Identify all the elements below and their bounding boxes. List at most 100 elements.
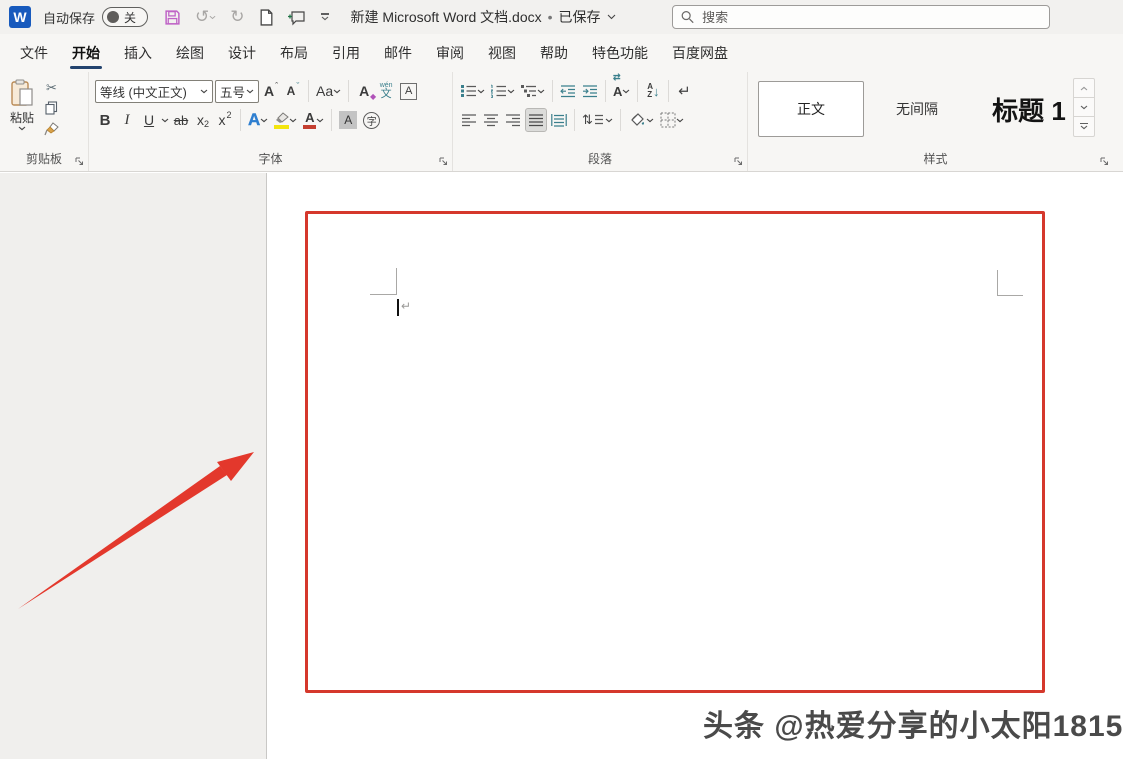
enclose-characters-button[interactable]: 字	[361, 108, 382, 132]
gallery-more-button[interactable]	[1074, 117, 1094, 136]
customize-qat-button[interactable]	[320, 13, 329, 21]
style-no-spacing[interactable]: 无间隔	[864, 81, 970, 137]
redo-button[interactable]: ↻	[230, 7, 244, 27]
watermark-text: 头条 @热爱分享的小太阳1815	[703, 710, 1123, 743]
margin-crop-mark-left-h	[370, 294, 397, 295]
gallery-scroll-up-button[interactable]	[1074, 79, 1094, 98]
font-dialog-launcher[interactable]	[439, 157, 448, 166]
align-right-icon	[506, 114, 520, 127]
tab-insert[interactable]: 插入	[112, 34, 164, 72]
enclose-characters-icon: 字	[363, 111, 381, 129]
italic-button[interactable]: I	[117, 108, 137, 132]
tab-references[interactable]: 引用	[320, 34, 372, 72]
chevron-down-icon	[246, 89, 254, 93]
caret-up-mark: ˆ	[275, 81, 279, 91]
font-size-combobox[interactable]: 五号	[215, 79, 259, 103]
autosave-label: 自动保存	[43, 10, 96, 26]
enclose-letter: 字	[366, 116, 377, 128]
underline-button[interactable]: U	[139, 108, 159, 132]
strikethrough-button[interactable]: ab	[171, 108, 191, 132]
distribute-text-button[interactable]	[549, 108, 569, 132]
numbering-button[interactable]	[489, 79, 517, 103]
eraser-mark: ◆	[369, 92, 377, 101]
style-normal[interactable]: 正文	[758, 81, 864, 137]
tab-special-features[interactable]: 特色功能	[580, 34, 660, 72]
font-name-combobox[interactable]: 等线 (中文正文)	[95, 79, 213, 103]
word-app-icon[interactable]: W	[9, 6, 31, 28]
chevron-down-icon	[537, 89, 545, 93]
text-effects-button[interactable]: A	[246, 108, 270, 132]
line-spacing-icon	[594, 114, 603, 125]
new-comment-button[interactable]	[287, 9, 307, 26]
superscript-base: x	[218, 112, 226, 128]
save-icon[interactable]	[164, 9, 181, 26]
document-title[interactable]: 新建 Microsoft Word 文档.docx • 已保存	[351, 7, 616, 27]
tab-view[interactable]: 视图	[476, 34, 528, 72]
chevron-down-icon	[209, 15, 216, 19]
show-hide-marks-button[interactable]: ↵	[674, 79, 694, 103]
search-box[interactable]	[672, 5, 1050, 29]
cut-button[interactable]: ✂	[46, 81, 57, 94]
decrease-indent-button[interactable]	[558, 79, 578, 103]
tab-layout[interactable]: 布局	[268, 34, 320, 72]
increase-indent-button[interactable]	[580, 79, 600, 103]
justify-button[interactable]	[525, 108, 547, 132]
align-left-button[interactable]	[459, 108, 479, 132]
font-color-icon: A	[303, 111, 317, 129]
clear-formatting-button[interactable]: A ◆	[354, 79, 377, 103]
document-area[interactable]: ↵ 头条 @热爱分享的小太阳1815	[0, 173, 1123, 759]
tab-help[interactable]: 帮助	[528, 34, 580, 72]
tab-review[interactable]: 审阅	[424, 34, 476, 72]
copy-button[interactable]	[45, 101, 58, 115]
tab-design[interactable]: 设计	[216, 34, 268, 72]
grow-font-button[interactable]: Aˆ	[261, 79, 281, 103]
search-icon	[681, 11, 694, 24]
clipboard-dialog-launcher[interactable]	[75, 157, 84, 166]
tab-file[interactable]: 文件	[8, 34, 60, 72]
font-color-button[interactable]: A	[301, 108, 326, 132]
character-border-button[interactable]: A	[398, 79, 419, 103]
align-right-button[interactable]	[503, 108, 523, 132]
phonetic-guide-button[interactable]: wén 文	[376, 79, 396, 103]
line-spacing-button[interactable]: ⇅	[580, 108, 615, 132]
tab-home[interactable]: 开始	[60, 34, 112, 72]
asian-layout-button[interactable]: ⇄ A	[611, 72, 632, 103]
text-effects-icon: A	[248, 110, 261, 129]
divider	[668, 80, 670, 102]
margin-crop-mark-left	[396, 268, 397, 295]
autosave-toggle[interactable]: 关	[102, 7, 149, 27]
shading-button[interactable]	[626, 108, 656, 132]
change-case-button[interactable]: Aa	[314, 79, 343, 103]
tab-mailings[interactable]: 邮件	[372, 34, 424, 72]
align-center-button[interactable]	[481, 108, 501, 132]
borders-button[interactable]	[658, 108, 686, 132]
paragraph-dialog-launcher[interactable]	[734, 157, 743, 166]
multilevel-list-button[interactable]	[519, 79, 547, 103]
style-heading1[interactable]: 标题 1	[970, 81, 1088, 137]
text-cursor[interactable]	[397, 299, 399, 316]
sort-button[interactable]: A Z ↓	[643, 79, 663, 103]
subscript-button[interactable]: x2	[193, 108, 213, 132]
styles-gallery-scroll	[1073, 78, 1095, 137]
styles-dialog-launcher[interactable]	[1100, 157, 1109, 166]
undo-button[interactable]: ↺	[195, 7, 216, 27]
format-painter-button[interactable]	[44, 122, 59, 136]
asian-layout-arrows: ⇄	[613, 72, 621, 82]
autosave-state: 关	[124, 10, 137, 25]
paste-button[interactable]: 粘贴	[0, 72, 44, 136]
font-group: 等线 (中文正文) 五号 Aˆ Aˇ Aa A ◆ wén 文 A B I U …	[89, 72, 453, 171]
gallery-scroll-down-button[interactable]	[1074, 98, 1094, 117]
styles-group: 正文 无间隔 标题 1 样式	[748, 72, 1123, 171]
tab-baidu-netdisk[interactable]: 百度网盘	[660, 34, 740, 72]
new-document-button[interactable]	[259, 8, 274, 26]
shrink-font-button[interactable]: Aˇ	[283, 79, 303, 103]
superscript-button[interactable]: x2	[215, 108, 235, 132]
tab-draw[interactable]: 绘图	[164, 34, 216, 72]
character-shading-button[interactable]: A	[337, 108, 359, 132]
text-highlight-button[interactable]	[272, 108, 299, 132]
bullets-button[interactable]	[459, 79, 487, 103]
bold-button[interactable]: B	[95, 108, 115, 132]
subscript-mark: 2	[203, 119, 209, 129]
search-input[interactable]	[702, 9, 1041, 25]
chevron-down-icon[interactable]	[161, 118, 169, 123]
